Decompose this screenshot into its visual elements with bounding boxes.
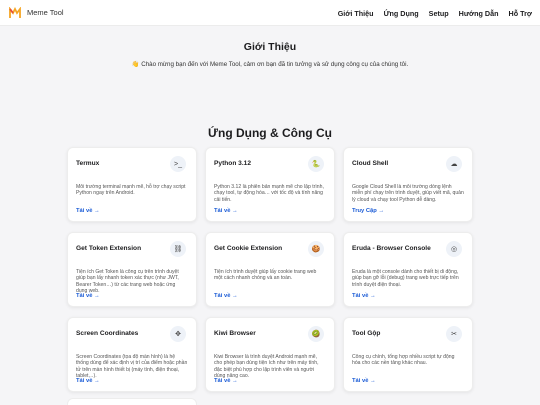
app-card-kiwi-browser: Kiwi Browser 🥝 Kiwi Browser là trình duy… — [205, 317, 335, 392]
app-card-eruda: Eruda - Browser Console ◎ Eruda là một c… — [343, 232, 473, 307]
card-title: Tool Gộp — [352, 330, 381, 337]
card-description: Tiện ích trình duyệt giúp lấy cookie tra… — [214, 269, 317, 282]
app-card-get-cookie: Get Cookie Extension 🍪 Tiện ích trình du… — [205, 232, 335, 307]
intro-text: 👋 Chào mừng bạn đến với Meme Tool, cảm ơ… — [131, 61, 409, 68]
tools-icon: ✂ — [446, 326, 462, 342]
card-title: Python 3.12 — [214, 160, 252, 167]
nav-setup[interactable]: Setup — [429, 9, 449, 18]
download-link[interactable]: Tải về → — [352, 293, 376, 299]
main-nav: Giới Thiệu Ứng Dụng Setup Hướng Dẫn Hỗ T… — [338, 0, 532, 26]
download-link[interactable]: Tải về → — [214, 293, 238, 299]
apps-grid: Termux >_ Môi trường terminal mạnh mẽ, h… — [67, 147, 473, 392]
kiwi-icon: 🥝 — [308, 326, 324, 342]
logo-icon[interactable] — [9, 7, 21, 19]
card-description: Công cụ chính, tổng hợp nhiều script tự … — [352, 354, 455, 367]
apps-section-title: Ứng Dụng & Công Cụ — [208, 126, 332, 140]
card-title: Eruda - Browser Console — [352, 245, 431, 252]
app-card-termux: Termux >_ Môi trường terminal mạnh mẽ, h… — [67, 147, 197, 222]
console-icon: ◎ — [446, 241, 462, 257]
card-description: Python 3.12 là phiên bản mạnh mẽ cho lập… — [214, 184, 324, 203]
cloud-shell-icon: ☁ — [446, 156, 462, 172]
next-card-partial — [67, 398, 197, 405]
download-link[interactable]: Tải về → — [214, 378, 238, 384]
intro-title: Giới Thiệu — [243, 41, 297, 53]
card-description: Eruda là một console dành cho thiết bị d… — [352, 269, 459, 288]
card-description: Kiwi Browser là trình duyệt Android mạnh… — [214, 354, 319, 379]
card-title: Get Token Extension — [76, 245, 142, 252]
cookie-icon: 🍪 — [308, 241, 324, 257]
download-link[interactable]: Tải về → — [352, 378, 376, 384]
card-title: Kiwi Browser — [214, 330, 256, 337]
cursor-icon: ✥ — [170, 326, 186, 342]
token-icon: ⛓ — [170, 241, 186, 257]
card-description: Screen Coordinates (tọa độ màn hình) là … — [76, 354, 188, 379]
card-title: Get Cookie Extension — [214, 245, 283, 252]
card-description: Tiện ích Get Token là công cụ trên trình… — [76, 269, 179, 294]
app-card-get-token: Get Token Extension ⛓ Tiện ích Get Token… — [67, 232, 197, 307]
access-link[interactable]: Truy Cập → — [352, 208, 384, 214]
nav-ung-dung[interactable]: Ứng Dụng — [384, 9, 419, 18]
card-title: Cloud Shell — [352, 160, 389, 167]
app-card-python: Python 3.12 🐍 Python 3.12 là phiên bản m… — [205, 147, 335, 222]
app-card-tool-gop: Tool Gộp ✂ Công cụ chính, tổng hợp nhiều… — [343, 317, 473, 392]
nav-ho-tro[interactable]: Hỗ Trợ — [509, 9, 532, 18]
card-title: Screen Coordinates — [76, 330, 139, 337]
nav-gioi-thieu[interactable]: Giới Thiệu — [338, 9, 374, 18]
terminal-icon: >_ — [170, 156, 186, 172]
python-icon: 🐍 — [308, 156, 324, 172]
download-link[interactable]: Tải về → — [214, 208, 238, 214]
app-card-cloud-shell: Cloud Shell ☁ Google Cloud Shell là môi … — [343, 147, 473, 222]
card-description: Google Cloud Shell là môi trường dòng lệ… — [352, 184, 464, 203]
app-card-screen-coordinates: Screen Coordinates ✥ Screen Coordinates … — [67, 317, 197, 392]
brand-name[interactable]: Meme Tool — [27, 0, 64, 26]
download-link[interactable]: Tải về → — [76, 293, 100, 299]
download-link[interactable]: Tải về → — [76, 378, 100, 384]
card-description: Môi trường terminal mạnh mẽ, hỗ trợ chạy… — [76, 184, 186, 197]
nav-huong-dan[interactable]: Hướng Dẫn — [459, 9, 499, 18]
top-header: Meme Tool Giới Thiệu Ứng Dụng Setup Hướn… — [0, 0, 540, 26]
card-title: Termux — [76, 160, 100, 167]
download-link[interactable]: Tải về → — [76, 208, 100, 214]
